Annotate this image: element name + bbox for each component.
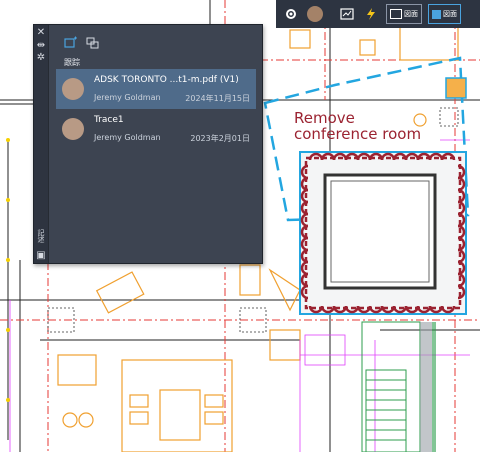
avatar[interactable] (306, 5, 324, 23)
panel-rail-label: 記述 (37, 229, 45, 243)
trace-date: 2024年11月15日 (185, 94, 250, 103)
trace-user: Jeremy Goldman (94, 133, 161, 142)
grid-icon[interactable] (338, 5, 356, 23)
section-label: 跟踪 (64, 58, 80, 67)
pin-icon[interactable]: ⇹ (36, 41, 46, 51)
trace-item-1[interactable]: Trace1 Jeremy Goldman 2023年2月01日 (56, 109, 256, 149)
panel-rail: ✕ ⇹ ✲ 記述 ▣ (34, 25, 49, 263)
markup-line-1: Remove (294, 109, 355, 127)
layout-button[interactable]: 図面 (386, 4, 422, 24)
panel-button-label: 図面 (443, 10, 457, 18)
close-icon[interactable]: ✕ (36, 28, 46, 38)
trace-item-0[interactable]: ADSK TORONTO ...t1-m.pdf (V1) Jeremy Gol… (56, 69, 256, 109)
markup-text[interactable]: Remove conference room (294, 110, 421, 142)
trace-title: Trace1 (94, 115, 124, 125)
layout-icon (390, 9, 402, 19)
top-toolbar: 図面 図面 (276, 0, 480, 28)
trace-title: ADSK TORONTO ...t1-m.pdf (V1) (94, 75, 239, 85)
traces-icon[interactable]: ▣ (36, 251, 46, 261)
panel-icon (432, 9, 441, 19)
panel-body: 跟踪 ADSK TORONTO ...t1-m.pdf (V1) Jeremy … (49, 25, 262, 263)
add-trace-icon[interactable] (64, 35, 78, 49)
lightning-icon[interactable] (362, 5, 380, 23)
gear-icon[interactable] (282, 5, 300, 23)
panel-button[interactable]: 図面 (428, 4, 461, 24)
avatar (62, 78, 84, 100)
layout-button-label: 図面 (404, 10, 418, 18)
avatar (62, 118, 84, 140)
settings-icon[interactable]: ✲ (36, 53, 46, 63)
markup-line-2: conference room (294, 125, 422, 143)
traces-panel: ✕ ⇹ ✲ 記述 ▣ 跟踪 ADSK TORONTO ...t1-m.pdf (… (33, 24, 263, 264)
trace-user: Jeremy Goldman (94, 93, 161, 102)
import-trace-icon[interactable] (86, 35, 100, 49)
trace-date: 2023年2月01日 (190, 134, 250, 143)
